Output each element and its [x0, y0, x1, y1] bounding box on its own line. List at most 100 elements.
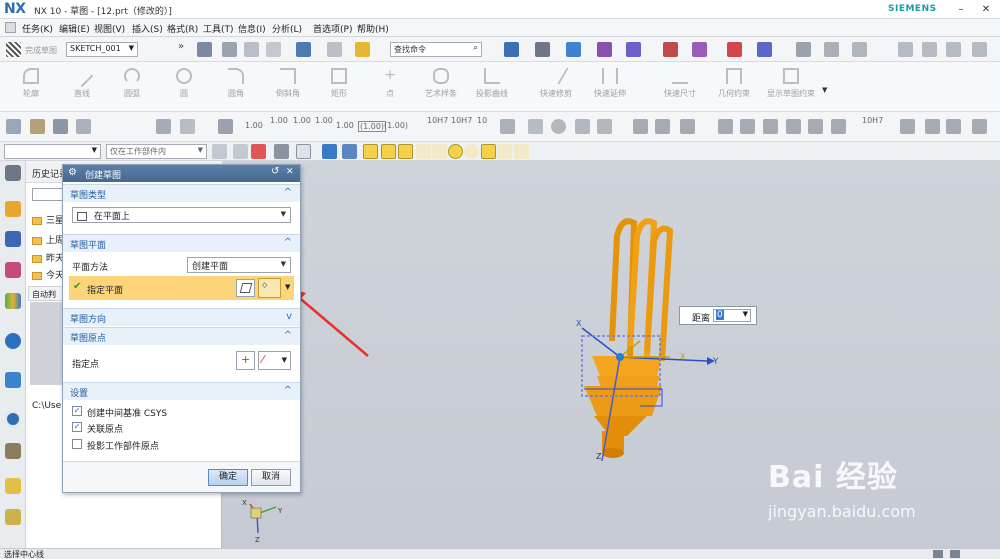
select-region-icon[interactable] [251, 144, 266, 159]
ribbon-circle[interactable]: 圆 [162, 68, 206, 99]
tool-c-icon[interactable] [946, 42, 961, 57]
paste-icon[interactable] [266, 42, 281, 57]
point-type-select[interactable]: ⁄ ▼ [258, 351, 291, 370]
constraint-icon[interactable] [727, 42, 742, 57]
cut-icon[interactable] [222, 42, 237, 57]
dimension-icon[interactable] [757, 42, 772, 57]
lasso-icon[interactable] [274, 144, 289, 159]
command-finder-icon[interactable] [355, 42, 370, 57]
part-navigator-icon[interactable] [5, 201, 21, 217]
assembly-navigator-icon[interactable] [5, 231, 21, 247]
refresh-icon[interactable] [597, 119, 612, 134]
history-icon[interactable] [5, 411, 21, 427]
distance-field[interactable]: 0 ▼ [713, 309, 751, 322]
feature-icon[interactable] [342, 144, 357, 159]
dim-fit-c[interactable]: 10H7 [862, 116, 883, 125]
close-button[interactable]: ✕ [975, 2, 997, 17]
snap-center-icon[interactable] [448, 144, 463, 159]
specify-plane-row[interactable]: ✔ 指定平面 ◇ ▼ [69, 276, 294, 300]
mesh-icon[interactable] [824, 42, 839, 57]
chevron-down-icon[interactable]: ▼ [285, 283, 290, 291]
menu-tools[interactable]: 工具(T) [203, 22, 234, 35]
snap-onpoint-icon[interactable] [497, 144, 512, 159]
section-view-icon[interactable] [626, 42, 641, 57]
ribbon-chamfer[interactable]: 倒斜角 [266, 68, 310, 99]
menu-insert[interactable]: 插入(S) [132, 22, 163, 35]
dim-basic[interactable]: (1.00) [384, 121, 408, 130]
select-all-icon[interactable] [233, 144, 248, 159]
fit-view-icon[interactable] [504, 42, 519, 57]
redo-icon[interactable] [327, 42, 342, 57]
ribbon-quick-dimension[interactable]: 快速尺寸 [658, 68, 702, 99]
selection-icon[interactable] [692, 42, 707, 57]
snap-curve-icon[interactable] [416, 144, 431, 159]
filter-icon[interactable] [212, 144, 227, 159]
save-icon[interactable] [197, 42, 212, 57]
mirror-icon[interactable] [156, 119, 171, 134]
snap-endpoint-icon[interactable] [363, 144, 378, 159]
dim-linear[interactable]: 1.00 [245, 121, 263, 130]
layer-icon[interactable] [852, 42, 867, 57]
point-dialog-button[interactable]: + [236, 351, 255, 370]
sketch-tool3-icon[interactable] [53, 119, 68, 134]
snap-tangent-icon[interactable] [432, 144, 447, 159]
dim-tol[interactable]: 10 [477, 116, 487, 125]
ribbon-project-curve[interactable]: 投影曲线 [470, 68, 514, 99]
system-materials-icon[interactable] [5, 443, 21, 459]
hd3d-icon[interactable] [5, 333, 21, 349]
grid-icon[interactable] [796, 42, 811, 57]
leader-icon[interactable] [528, 119, 543, 134]
create-csys-checkbox[interactable]: ✓ [72, 406, 82, 416]
associative-origin-checkbox[interactable]: ✓ [72, 422, 82, 432]
sketch-type-select[interactable]: 在平面上 ▼ [72, 207, 291, 223]
section-sketch-type[interactable]: 草图类型 ^ [63, 184, 300, 202]
web-browser-icon[interactable] [5, 372, 21, 388]
menu-help[interactable]: 帮助(H) [357, 22, 389, 35]
pattern-icon[interactable] [218, 119, 233, 134]
tool-d-icon[interactable] [972, 42, 987, 57]
gear-icon[interactable]: ⚙ [68, 167, 77, 178]
close-icon[interactable]: ✕ [286, 167, 294, 177]
image-icon[interactable] [808, 119, 823, 134]
menu-analysis[interactable]: 分析(L) [272, 22, 302, 35]
plane-method-select[interactable]: 创建平面 ▼ [187, 257, 291, 273]
section-sketch-origin[interactable]: 草图原点 ^ [63, 327, 300, 345]
label-icon[interactable] [655, 119, 670, 134]
circle-dim-icon[interactable] [551, 119, 566, 134]
snap-quadrant-icon[interactable] [464, 144, 479, 159]
grid-view3-icon[interactable] [786, 119, 801, 134]
chevron-down-icon[interactable]: ▼ [822, 86, 827, 94]
menu-edit[interactable]: 编辑(E) [59, 22, 90, 35]
ribbon-spline[interactable]: 艺术样条 [419, 68, 463, 99]
manufacturing-wizard-icon[interactable] [5, 509, 21, 525]
minimize-button[interactable]: – [950, 2, 972, 17]
tool-a-icon[interactable] [898, 42, 913, 57]
shaded-cube-icon[interactable] [566, 42, 581, 57]
plane-dialog-button[interactable] [236, 279, 255, 297]
snap-line-icon[interactable] [398, 144, 413, 159]
ribbon-line[interactable]: 直线 [60, 64, 104, 99]
snap-existing-icon[interactable] [481, 144, 496, 159]
inferred-plane-button[interactable]: ◇ [258, 278, 281, 298]
table-icon[interactable] [680, 119, 695, 134]
ribbon-arc[interactable]: 圆弧 [110, 68, 154, 99]
project-origin-checkbox[interactable] [72, 439, 82, 449]
section-sketch-orientation[interactable]: 草图方向 v [63, 308, 300, 326]
cancel-button[interactable]: 取消 [251, 469, 291, 486]
grid-view2-icon[interactable] [763, 119, 778, 134]
ring-icon[interactable] [946, 119, 961, 134]
finish-sketch-label[interactable]: 完成草图 [25, 45, 57, 56]
ribbon-profile[interactable]: 轮廓 [9, 68, 53, 99]
menu-prefs[interactable]: 首选项(P) [313, 22, 352, 35]
type-filter-select[interactable]: ▼ [4, 144, 101, 159]
dim-reference[interactable]: (1.00) [358, 121, 387, 132]
tool-b-icon[interactable] [922, 42, 937, 57]
tag-icon[interactable] [831, 119, 846, 134]
offset-icon[interactable] [180, 119, 195, 134]
distance-input-box[interactable]: 距离 0 ▼ [679, 306, 757, 325]
snap-midpoint-icon[interactable] [381, 144, 396, 159]
sketch-tool4-icon[interactable] [76, 119, 91, 134]
triangle-icon[interactable] [718, 119, 733, 134]
status-icon2[interactable] [950, 550, 960, 558]
copy-icon[interactable] [244, 42, 259, 57]
